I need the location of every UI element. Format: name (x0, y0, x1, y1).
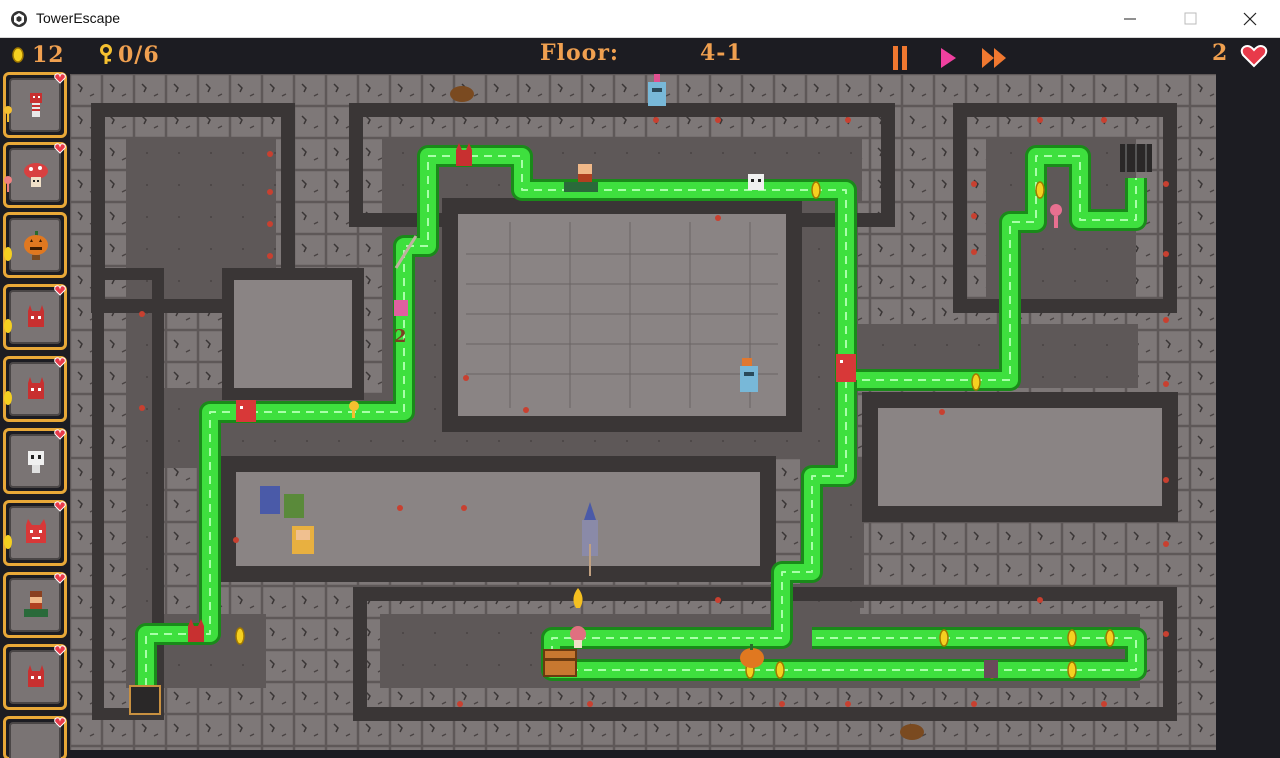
red-imp-character-icon (30, 93, 42, 117)
key-tag-icon (4, 106, 12, 122)
pumpkin-character-icon (24, 231, 48, 260)
coin-tag-icon (4, 319, 12, 333)
close-button[interactable] (1220, 0, 1280, 38)
pink-imp-enemy[interactable] (394, 300, 408, 316)
card-heart-icon (54, 429, 66, 440)
card-heart-icon (54, 357, 66, 368)
red-devil-character-icon (28, 377, 44, 399)
coin-icon[interactable] (971, 373, 981, 391)
card-heart-icon (54, 73, 66, 84)
floor-value: 4-1 (700, 40, 743, 66)
window-titlebar: TowerEscape (0, 0, 1280, 38)
coin-icon[interactable] (939, 629, 949, 647)
game-hud: 12 0/6 Floor: 4-1 2 (0, 38, 1280, 74)
card-heart-icon (54, 285, 66, 296)
character-card-2[interactable] (3, 142, 67, 208)
coin-count: 12 (32, 42, 65, 68)
character-card-3[interactable] (3, 212, 67, 278)
minimize-icon (1124, 18, 1136, 20)
maximize-button[interactable] (1160, 0, 1220, 38)
coin-icon (12, 47, 24, 63)
coin-icon[interactable] (775, 661, 785, 679)
card-heart-icon (54, 501, 66, 512)
floor-label: Floor: (540, 40, 620, 66)
card-heart-icon (54, 573, 66, 584)
play-button[interactable] (936, 42, 960, 72)
skull-enemy[interactable] (748, 174, 764, 190)
window-title: TowerEscape (36, 10, 121, 26)
character-card-8[interactable] (3, 572, 67, 638)
lives-count: 2 (1212, 40, 1229, 66)
character-card-10[interactable] (3, 716, 67, 758)
red-devil-character-icon (28, 665, 44, 687)
character-card-4[interactable] (3, 284, 67, 350)
character-card-9[interactable] (3, 644, 67, 710)
red-devil-character-icon (28, 305, 44, 327)
bearded-warrior-character-icon (24, 591, 48, 617)
coin-tag-icon (4, 535, 12, 549)
exit-door[interactable] (1120, 144, 1152, 172)
maximize-icon (1184, 12, 1197, 25)
heart-icon (1240, 45, 1268, 68)
card-heart-icon (54, 143, 66, 154)
coin-icon[interactable] (1067, 661, 1077, 679)
play-icon (941, 48, 956, 68)
character-card-6[interactable] (3, 428, 67, 494)
coin-icon[interactable] (1035, 181, 1045, 199)
minimize-button[interactable] (1100, 0, 1160, 38)
fast-forward-button[interactable] (978, 42, 1012, 72)
dark-imp-enemy[interactable] (984, 660, 998, 678)
coin-tag-icon (4, 391, 12, 405)
coin-icon[interactable] (1105, 629, 1115, 647)
card-heart-icon (54, 717, 66, 728)
pause-button[interactable] (888, 42, 912, 72)
unity-app-icon (11, 11, 27, 27)
red-dragon-enemy[interactable] (236, 400, 256, 422)
mushroom-character-icon (24, 163, 48, 187)
treasure-chest[interactable] (543, 649, 577, 677)
entrance-door[interactable] (129, 685, 161, 715)
character-roster (0, 70, 70, 758)
pause-icon (893, 46, 907, 70)
key-count: 0/6 (118, 42, 160, 68)
coin-tag-icon (4, 247, 12, 261)
close-icon (1243, 12, 1257, 26)
coin-icon[interactable] (811, 181, 821, 199)
key-icon (100, 44, 112, 64)
character-card-7[interactable] (3, 500, 67, 566)
damage-number: 2 (394, 326, 407, 347)
character-card-5[interactable] (3, 356, 67, 422)
character-card-1[interactable] (3, 72, 67, 138)
fast-forward-icon (982, 48, 1006, 68)
map-canvas: 2 (70, 74, 1216, 750)
game-map[interactable]: 2 (70, 74, 1216, 750)
red-dragon-enemy[interactable] (836, 354, 856, 382)
card-heart-icon (54, 645, 66, 656)
coin-icon[interactable] (235, 627, 245, 645)
key-tag-icon (4, 176, 12, 192)
skull-character-icon (28, 451, 44, 473)
red-dragon-character-icon (26, 519, 46, 543)
coin-icon[interactable] (1067, 629, 1077, 647)
